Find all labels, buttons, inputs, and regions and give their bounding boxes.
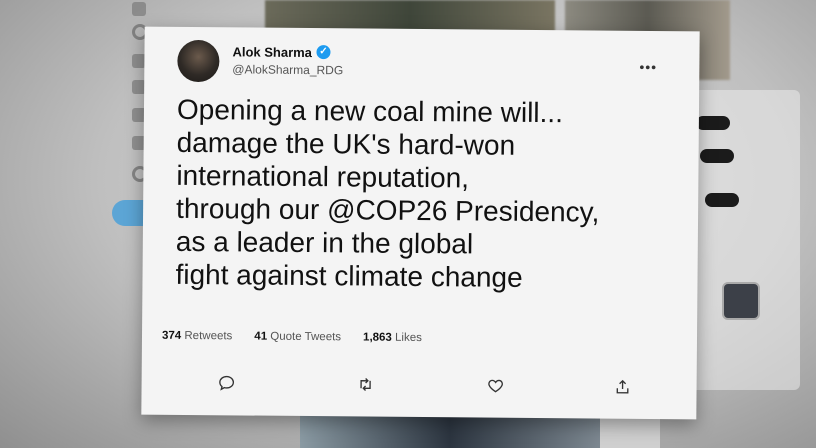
- retweet-icon[interactable]: [354, 373, 376, 395]
- likes-label: Likes: [395, 331, 422, 345]
- tweet-actions: [141, 372, 696, 401]
- tweet-text-line: as a leader in the global: [175, 225, 474, 260]
- follow-button[interactable]: [705, 193, 739, 207]
- reply-icon[interactable]: [215, 372, 237, 394]
- follow-button[interactable]: [700, 149, 734, 163]
- explore-icon: [132, 2, 146, 16]
- more-options-icon[interactable]: •••: [639, 59, 657, 75]
- quote-tweets-count: 41: [254, 330, 268, 343]
- author-name[interactable]: Alok Sharma: [232, 44, 312, 60]
- tweet-text-line: through our @COP26 Presidency,: [175, 192, 600, 228]
- tweet-text-line: Opening a new coal mine will...: [176, 93, 564, 129]
- quote-tweets-stat[interactable]: 41 Quote Tweets: [254, 331, 341, 344]
- author-handle[interactable]: @AlokSharma_RDG: [232, 62, 343, 77]
- retweets-count: 374: [161, 329, 182, 342]
- share-icon[interactable]: [611, 376, 633, 398]
- avatar[interactable]: [177, 39, 220, 83]
- like-icon[interactable]: [484, 375, 506, 397]
- retweets-label: Retweets: [184, 329, 233, 343]
- tweet-text-line: fight against climate change: [175, 258, 523, 293]
- app-icon: [722, 282, 760, 320]
- tweet-card[interactable]: Alok Sharma ✓ @AlokSharma_RDG ••• Openin…: [141, 26, 700, 420]
- likes-count: 1,863: [363, 331, 392, 344]
- verified-badge-icon: ✓: [316, 45, 331, 60]
- tweet-stats: 374 Retweets 41 Quote Tweets 1,863 Likes: [162, 330, 422, 344]
- tweet-text-line: international reputation,: [176, 159, 470, 194]
- quote-tweets-label: Quote Tweets: [270, 330, 342, 344]
- follow-button[interactable]: [696, 116, 730, 130]
- likes-stat[interactable]: 1,863 Likes: [363, 332, 422, 345]
- tweet-text: Opening a new coal mine will... damage t…: [175, 93, 697, 296]
- retweets-stat[interactable]: 374 Retweets: [162, 330, 232, 343]
- tweet-text-line: damage the UK's hard-won: [176, 126, 516, 161]
